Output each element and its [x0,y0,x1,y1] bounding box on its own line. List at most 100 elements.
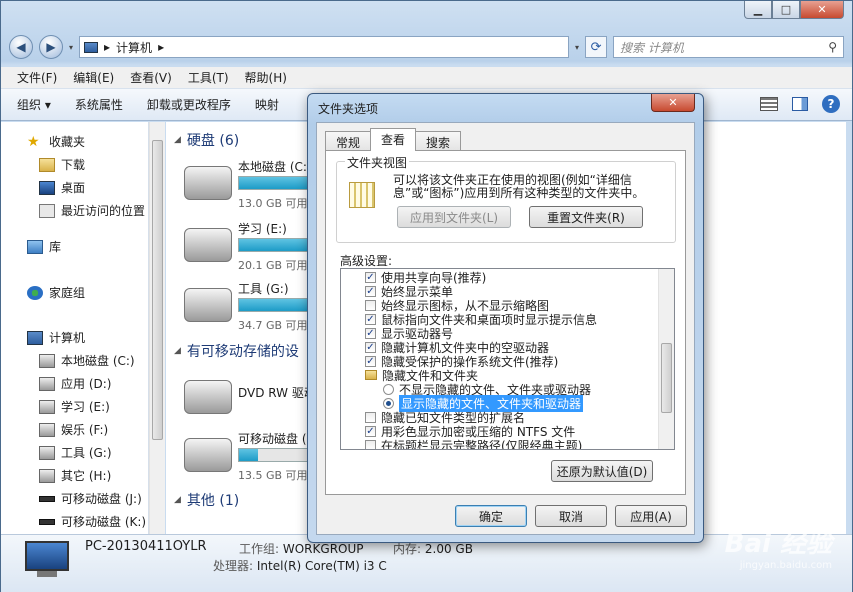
pc-name: PC-20130411OYLR [85,539,207,554]
tab-strip: 常规 查看 搜索 [325,128,462,151]
sidebar-item-favorites[interactable]: ★ 收藏夹 [1,130,148,153]
change-view-icon[interactable] [760,97,778,111]
sidebar-item-desktop[interactable]: 桌面 [1,176,148,199]
checkbox[interactable] [365,411,376,423]
dvd-drive-icon [184,380,232,414]
usage-fill [239,449,259,461]
cpu-info: 处理器: Intel(R) Core(TM) i3 C [213,559,387,573]
sidebar-item-drive-j[interactable]: 可移动磁盘 (J:) [1,487,148,510]
drive-icon [39,422,55,437]
menu-file[interactable]: 文件(F) [11,67,63,88]
sidebar-item-drive-d[interactable]: 应用 (D:) [1,372,148,395]
sidebar-item-drive-h[interactable]: 其它 (H:) [1,464,148,487]
sidebar-item-recent[interactable]: 最近访问的位置 [1,199,148,222]
preview-pane-icon[interactable] [792,97,808,111]
sidebar-item-drive-k[interactable]: 可移动磁盘 (K:) [1,510,148,533]
group-header-hdd[interactable]: ◢ 硬盘 (6) [174,130,239,150]
drive-icon [184,228,232,262]
menu-help[interactable]: 帮助(H) [239,67,293,88]
sidebar-item-homegroup[interactable]: 家庭组 [1,281,148,304]
maximize-button[interactable]: □ [772,1,800,19]
folder-views-group: 文件夹视图 可以将该文件夹正在使用的视图(例如“详细信息”或“图标”)应用到所有… [336,154,676,243]
checked-checkbox[interactable]: ✓ [365,285,376,297]
windows-drive-icon [184,166,232,200]
uninstall-program-button[interactable]: 卸载或更改程序 [147,96,231,113]
sidebar-item-drive-g[interactable]: 工具 (G:) [1,441,148,464]
minimize-button[interactable]: ▁ [744,1,772,19]
checked-checkbox[interactable]: ✓ [365,313,376,325]
sidebar-item-libraries[interactable]: 库 [1,235,148,258]
window-caption-buttons: ▁ □ ✕ [744,1,844,19]
sidebar-item-drive-e[interactable]: 学习 (E:) [1,395,148,418]
collapse-icon[interactable]: ◢ [174,495,181,505]
radio-button[interactable] [383,397,394,409]
drive-icon [39,376,55,391]
cancel-button[interactable]: 取消 [535,505,607,527]
sidebar-item-drive-f[interactable]: 娱乐 (F:) [1,418,148,441]
download-folder-icon [39,157,55,172]
map-drive-button[interactable]: 映射 [255,96,279,113]
advanced-settings-label: 高级设置: [340,254,393,268]
history-dropdown-icon[interactable]: ▾ [69,43,73,52]
menu-tools[interactable]: 工具(T) [182,67,235,88]
close-button[interactable]: ✕ [800,1,844,19]
navigation-pane: ★ 收藏夹 下载 桌面 最近访问的位置 库 家庭组 计算机 本地磁盘 (C:) … [1,122,149,534]
breadcrumb-arrow-icon[interactable]: ▸ [104,40,110,54]
checked-checkbox[interactable]: ✓ [365,327,376,339]
back-button[interactable]: ◀ [9,35,33,59]
organize-button[interactable]: 组织 ▾ [17,96,51,113]
reset-folders-button[interactable]: 重置文件夹(R) [529,206,643,228]
tab-general[interactable]: 常规 [325,131,372,151]
collapse-icon[interactable]: ◢ [174,135,181,145]
dialog-body: 常规 查看 搜索 文件夹视图 可以将该文件夹正在使用的视图(例如“详细信息”或“… [316,122,695,535]
drive-icon [39,399,55,414]
apply-button[interactable]: 应用(A) [615,505,687,527]
computer-icon [25,541,69,581]
checked-checkbox[interactable]: ✓ [365,355,376,367]
checked-checkbox[interactable]: ✓ [365,271,376,283]
scrollbar-thumb[interactable] [152,140,163,440]
folder-views-icon [349,182,375,208]
breadcrumb[interactable]: 计算机 [116,39,152,56]
advanced-setting-row[interactable]: 在标题栏显示完整路径(仅限经典主题) [341,438,674,450]
group-header-other[interactable]: ◢ 其他 (1) [174,490,239,510]
advanced-settings-list[interactable]: ✓ 使用共享向导(推荐) ✓ 始终显示菜单 始终显示图标，从不显示缩略图 ✓ 鼠标指向文件夹… [340,268,675,450]
collapse-icon[interactable]: ◢ [174,346,181,356]
menu-view[interactable]: 查看(V) [124,67,178,88]
tab-search[interactable]: 搜索 [415,131,462,151]
forward-button[interactable]: ▶ [39,35,63,59]
sidebar-item-downloads[interactable]: 下载 [1,153,148,176]
dialog-close-button[interactable]: ✕ [651,94,695,112]
checkbox[interactable] [365,299,376,311]
desktop-icon [39,180,55,195]
list-scrollbar[interactable] [658,269,674,449]
system-properties-button[interactable]: 系统属性 [75,96,123,113]
sidebar-item-computer[interactable]: 计算机 [1,326,148,349]
folder-views-legend: 文件夹视图 [345,154,410,171]
search-placeholder: 搜索 计算机 [620,40,684,55]
search-input[interactable]: 搜索 计算机 ⚲ [613,36,844,58]
restore-defaults-button[interactable]: 还原为默认值(D) [551,460,653,482]
advanced-setting-label: 在标题栏显示完整路径(仅限经典主题) [381,438,583,450]
refresh-button[interactable]: ⟳ [585,36,608,58]
usb-drive-icon [39,518,55,525]
sidebar-item-drive-c[interactable]: 本地磁盘 (C:) [1,349,148,372]
checked-checkbox[interactable]: ✓ [365,341,376,353]
nav-scrollbar[interactable] [149,122,165,534]
apply-to-folders-button[interactable]: 应用到文件夹(L) [397,206,511,228]
help-icon[interactable]: ? [822,95,840,113]
menu-edit[interactable]: 编辑(E) [67,67,120,88]
address-dropdown-icon[interactable]: ▾ [575,43,579,52]
breadcrumb-arrow-icon[interactable]: ▸ [158,40,164,54]
scrollbar-thumb[interactable] [661,343,672,413]
radio-button[interactable] [383,383,394,395]
drive-icon [39,468,55,483]
checked-checkbox[interactable]: ✓ [365,425,376,437]
usb-drive-icon [39,495,55,502]
address-bar[interactable]: ▸ 计算机 ▸ [79,36,570,58]
ok-button[interactable]: 确定 [455,505,527,527]
computer-icon [27,330,43,345]
checkbox[interactable] [365,439,376,449]
group-header-removable[interactable]: ◢ 有可移动存储的设 [174,341,299,361]
tab-view[interactable]: 查看 [370,128,417,151]
